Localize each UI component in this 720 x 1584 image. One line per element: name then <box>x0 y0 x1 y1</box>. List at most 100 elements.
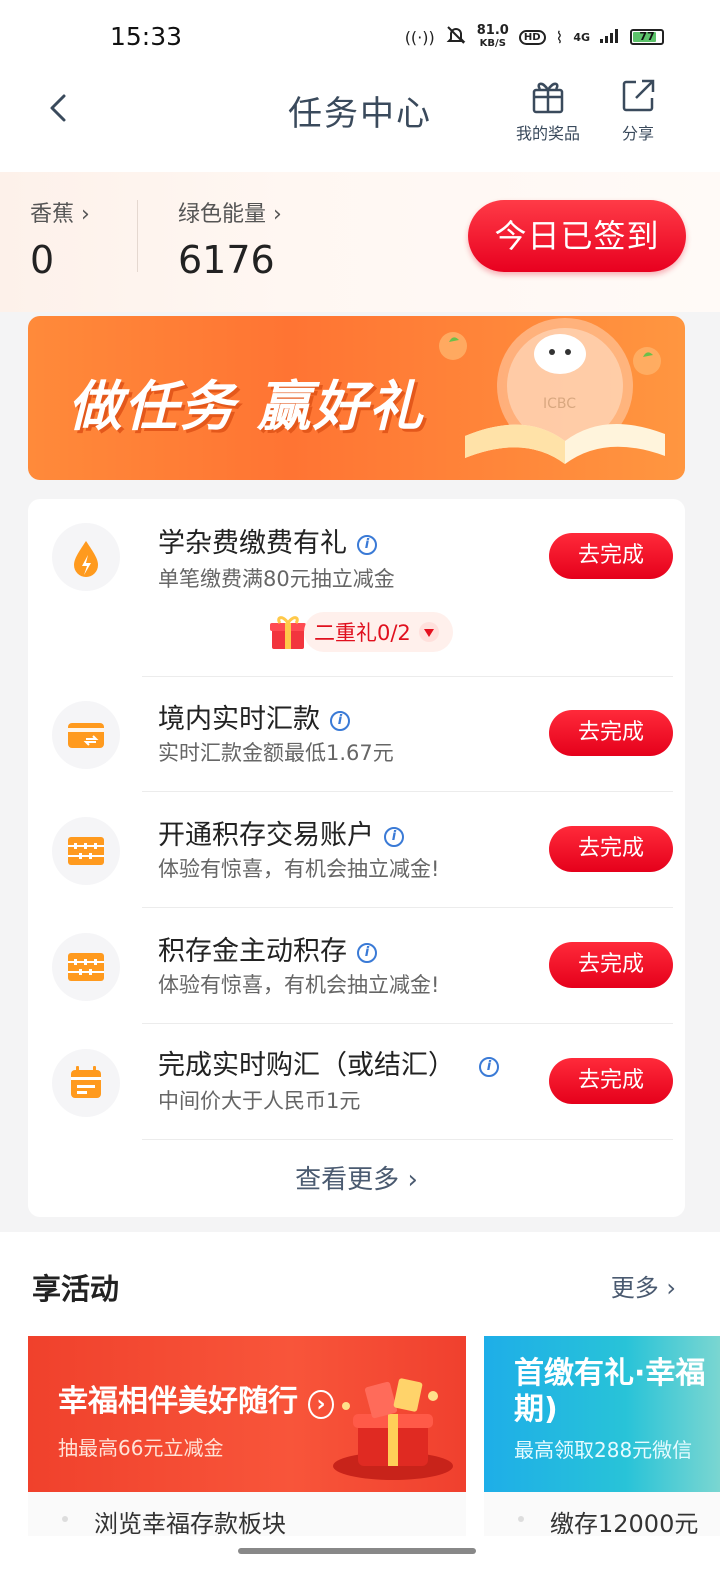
activity-footer: 缴存12000元 <box>484 1492 720 1536</box>
task-title: 积存金主动积存 i <box>158 929 377 968</box>
task-title-text: 开通积存交易账户 <box>158 820 374 851</box>
activity-headline: 幸福相伴美好随行 › <box>58 1376 334 1420</box>
promo-banner[interactable]: 做任务 赢好礼 ICBC <box>28 316 685 480</box>
divider <box>142 1023 673 1024</box>
book-mascot-illustration: ICBC <box>439 318 665 464</box>
divider <box>142 791 673 792</box>
banana-value: 0 <box>30 238 55 282</box>
abacus-icon <box>68 953 104 981</box>
task-desc: 实时汇款金额最低1.67元 <box>158 741 394 765</box>
activity-card[interactable]: 幸福相伴美好随行 › 抽最高66元立减金 浏览幸福存款板块 <box>28 1336 466 1536</box>
task-title: 开通积存交易账户 i <box>158 813 404 852</box>
task-title-text: 学杂费缴费有礼 <box>158 528 347 559</box>
task-icon <box>52 523 120 591</box>
activity-footer-text: 浏览幸福存款板块 <box>94 1510 286 1536</box>
points-summary: 香蕉 › 0 绿色能量 › 6176 今日已签到 <box>0 172 720 312</box>
divider <box>142 676 673 677</box>
energy-value: 6176 <box>178 238 275 282</box>
info-icon[interactable]: i <box>330 710 350 731</box>
task-desc: 中间价大于人民币1元 <box>158 1089 361 1113</box>
go-complete-button[interactable]: 去完成 <box>549 533 673 579</box>
task-desc: 单笔缴费满80元抽立减金 <box>158 567 395 591</box>
wifi-icon: ⌇ <box>555 27 564 47</box>
activity-banner: 幸福相伴美好随行 › 抽最高66元立减金 <box>28 1336 466 1492</box>
card-transfer-icon <box>68 723 104 748</box>
net-speed: 81.0 KB/S <box>477 24 509 50</box>
banana-stat[interactable]: 香蕉 › 0 <box>30 196 90 282</box>
activity-card[interactable]: 首缴有礼·幸福期) 最高领取288元微信 缴存12000元 <box>484 1336 720 1536</box>
activity-subtitle: 抽最高66元立减金 <box>58 1436 224 1460</box>
my-prizes-button[interactable]: 我的奖品 <box>508 76 588 144</box>
status-time: 15:33 <box>110 22 183 51</box>
task-icon <box>52 1049 120 1117</box>
banana-label: 香蕉 › <box>30 196 90 228</box>
share-button[interactable]: 分享 <box>598 76 678 144</box>
activity-footer: 浏览幸福存款板块 <box>28 1492 466 1536</box>
divider <box>142 1139 673 1140</box>
calendar-icon <box>71 1066 101 1098</box>
home-indicator[interactable] <box>238 1548 476 1554</box>
go-complete-button[interactable]: 去完成 <box>549 942 673 988</box>
chevron-right-icon: › <box>81 202 90 227</box>
bullet-icon <box>62 1516 68 1522</box>
activities-more-button[interactable]: 更多 › <box>611 1268 676 1303</box>
divider <box>137 200 138 272</box>
section-title: 享活动 <box>32 1272 120 1306</box>
task-list: 学杂费缴费有礼 i 单笔缴费满80元抽立减金 去完成 二重礼0/2 境内实时汇款… <box>28 499 685 1217</box>
app-header: 任务中心 我的奖品 分享 <box>0 72 720 172</box>
activity-footer-text: 缴存12000元 <box>550 1510 699 1536</box>
my-prizes-label: 我的奖品 <box>515 124 580 143</box>
checkin-button[interactable]: 今日已签到 <box>468 200 686 272</box>
banner-logo: ICBC <box>543 396 576 412</box>
divider <box>142 907 673 908</box>
task-title: 学杂费缴费有礼 i <box>158 521 377 560</box>
info-icon[interactable]: i <box>357 534 377 555</box>
gift-icon <box>532 82 564 114</box>
chevron-right-icon: › <box>666 1274 676 1302</box>
activity-subtitle: 最高领取288元微信 <box>514 1438 693 1462</box>
chevron-right-icon: › <box>407 1165 418 1195</box>
see-more-button[interactable]: 查看更多 › <box>28 1159 685 1196</box>
mute-bell-icon <box>445 24 467 50</box>
hotspot-icon: ((⋅)) <box>404 27 435 47</box>
task-icon <box>52 933 120 1001</box>
go-complete-button[interactable]: 去完成 <box>549 710 673 756</box>
banner-headline: 做任务 赢好礼 <box>68 375 425 438</box>
arrow-down-icon <box>418 622 439 642</box>
activity-headline-text: 幸福相伴美好随行 <box>58 1384 298 1419</box>
signal-bars-icon <box>600 28 620 47</box>
go-complete-button[interactable]: 去完成 <box>549 826 673 872</box>
energy-label-text: 绿色能量 <box>178 202 267 227</box>
task-title: 境内实时汇款 i <box>158 697 350 736</box>
banana-label-text: 香蕉 <box>30 202 75 227</box>
bullet-icon <box>518 1516 524 1522</box>
task-desc: 体验有惊喜，有机会抽立减金! <box>158 973 440 997</box>
task-title: 完成实时购汇（或结汇） i <box>158 1043 499 1082</box>
bonus-pill: 二重礼0/2 <box>304 612 453 652</box>
task-title-text: 积存金主动积存 <box>158 936 347 967</box>
info-icon[interactable]: i <box>357 942 377 963</box>
hd-icon: HD <box>518 29 546 45</box>
bonus-badge[interactable]: 二重礼0/2 <box>268 611 453 653</box>
gift-box-icon <box>270 616 306 649</box>
energy-label: 绿色能量 › <box>178 196 282 228</box>
task-icon <box>52 817 120 885</box>
info-icon[interactable]: i <box>479 1056 499 1077</box>
energy-stat[interactable]: 绿色能量 › 6176 <box>178 196 282 282</box>
share-label: 分享 <box>621 124 654 143</box>
info-icon[interactable]: i <box>384 826 404 847</box>
activity-headline: 首缴有礼·幸福期) <box>514 1356 706 1427</box>
task-title-text: 完成实时购汇（或结汇） <box>158 1050 455 1081</box>
task-title-text: 境内实时汇款 <box>158 704 320 735</box>
battery-icon: 77 <box>630 29 664 45</box>
activity-banner: 首缴有礼·幸福期) 最高领取288元微信 <box>484 1336 720 1492</box>
task-icon <box>52 701 120 769</box>
task-desc: 体验有惊喜，有机会抽立减金! <box>158 857 440 881</box>
go-complete-button[interactable]: 去完成 <box>549 1058 673 1104</box>
status-icons: ((⋅)) 81.0 KB/S HD ⌇ 4G 77 <box>405 24 664 50</box>
gift-illustration <box>333 1378 453 1480</box>
signal-label: 4G <box>573 30 590 44</box>
see-more-label: 查看更多 <box>295 1165 400 1195</box>
battery-level: 77 <box>639 30 655 43</box>
abacus-icon <box>68 837 104 865</box>
